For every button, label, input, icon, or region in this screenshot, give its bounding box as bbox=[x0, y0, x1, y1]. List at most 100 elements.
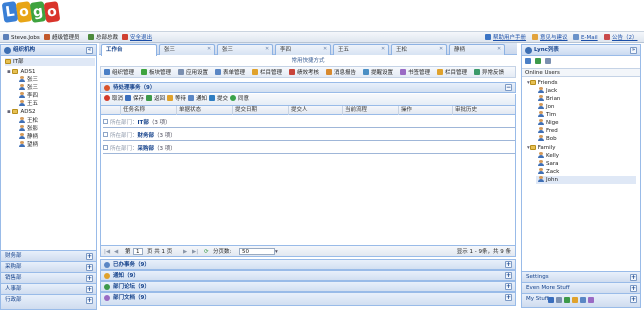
close-icon[interactable]: ✕ bbox=[207, 47, 212, 52]
column-header[interactable]: 审批历史 bbox=[453, 106, 515, 115]
accordion-hr[interactable]: 人事部 + bbox=[1, 283, 96, 294]
section-forum[interactable]: 部门论坛（9） + bbox=[100, 281, 516, 292]
expand-plus-icon[interactable]: + bbox=[86, 297, 93, 304]
cancel-button[interactable]: 取消 bbox=[104, 95, 123, 104]
expand-plus-icon[interactable]: + bbox=[505, 283, 512, 290]
section-done[interactable]: 已办事务（9） + bbox=[100, 259, 516, 270]
expand-plus-icon[interactable]: + bbox=[86, 253, 93, 260]
tree-node-ads1[interactable]: ▪ ADS1 bbox=[7, 68, 35, 76]
group-row[interactable]: 所在部门：财务部（3 项） bbox=[103, 131, 515, 141]
approve-button[interactable]: 同意 bbox=[230, 95, 249, 104]
logout-item[interactable]: 安全退出 bbox=[122, 34, 152, 42]
contact-item-selected[interactable]: John bbox=[536, 176, 636, 184]
next-page-icon[interactable]: ▶ bbox=[183, 248, 187, 256]
accordion-settings[interactable]: Settings + bbox=[522, 271, 640, 282]
group-friends[interactable]: ▾ Friends bbox=[527, 79, 558, 87]
tree-person[interactable]: 王松 bbox=[19, 117, 38, 125]
expand-plus-icon[interactable]: + bbox=[505, 261, 512, 268]
tab-workbench[interactable]: 工作台 bbox=[101, 44, 157, 56]
close-icon[interactable]: ✕ bbox=[497, 47, 502, 52]
refresh-icon[interactable] bbox=[580, 297, 586, 303]
tab-wangwu[interactable]: 王五 ✕ bbox=[333, 44, 389, 55]
contact-item[interactable]: Brian bbox=[538, 95, 560, 103]
group-row[interactable]: 所在部门：IT部（3 项） bbox=[103, 118, 515, 128]
star-icon[interactable] bbox=[572, 297, 578, 303]
notify-button[interactable]: 通知 bbox=[188, 95, 207, 104]
column-header[interactable]: 单据状态 bbox=[177, 106, 233, 115]
section-notice[interactable]: 通知（9） + bbox=[100, 270, 516, 281]
save-button[interactable]: 保存 bbox=[125, 95, 144, 104]
expand-plus-icon[interactable]: + bbox=[630, 285, 637, 292]
screen-icon[interactable] bbox=[556, 297, 562, 303]
tree-person[interactable]: 静柄 bbox=[19, 133, 38, 141]
refresh-icon[interactable]: ⟳ bbox=[204, 248, 209, 256]
quick-btn-column[interactable]: 栏目管理 bbox=[252, 69, 282, 77]
feedback-item[interactable]: 意见与建议 bbox=[532, 34, 568, 42]
tab-jingbing[interactable]: 静柄 ✕ bbox=[449, 44, 505, 55]
tab-wangsong[interactable]: 王松 ✕ bbox=[391, 44, 447, 55]
tree-root-it[interactable]: IT部 bbox=[5, 58, 95, 66]
accordion-more-stuff[interactable]: Even More Stuff + bbox=[522, 282, 640, 293]
info-icon[interactable] bbox=[588, 297, 594, 303]
settings-icon[interactable] bbox=[544, 58, 551, 64]
expand-plus-icon[interactable]: + bbox=[630, 274, 637, 281]
tree-person[interactable]: 张影 bbox=[19, 125, 38, 133]
add-icon[interactable] bbox=[564, 297, 570, 303]
expand-plus-icon[interactable]: + bbox=[505, 272, 512, 279]
column-header[interactable]: 提交日期 bbox=[233, 106, 289, 115]
notice-item[interactable]: 公告（2） bbox=[604, 34, 638, 42]
quick-btn-org[interactable]: 组织管理 bbox=[104, 69, 134, 77]
tree-person[interactable]: 张三 bbox=[19, 76, 38, 84]
contact-item[interactable]: Tim bbox=[538, 111, 556, 119]
quick-btn-board[interactable]: 板块管理 bbox=[141, 69, 171, 77]
first-page-icon[interactable]: |◀ bbox=[104, 248, 110, 256]
contact-item[interactable]: Jon bbox=[538, 103, 554, 111]
prev-page-icon[interactable]: ◀ bbox=[114, 248, 118, 256]
column-header[interactable]: 提交人 bbox=[289, 106, 343, 115]
help-icon[interactable] bbox=[548, 297, 554, 303]
add-contact-icon[interactable] bbox=[534, 58, 541, 64]
tree-person[interactable]: 李四 bbox=[19, 92, 38, 100]
contact-item[interactable]: Kelly bbox=[538, 152, 559, 160]
contact-item[interactable]: Sara bbox=[538, 160, 559, 168]
page-size-select[interactable]: 50 ▾ bbox=[239, 248, 278, 256]
expand-plus-icon[interactable]: + bbox=[630, 296, 637, 303]
role-item[interactable]: 超级管理员 bbox=[44, 34, 80, 42]
close-icon[interactable]: ✕ bbox=[439, 47, 444, 52]
accordion-my-stuff[interactable]: My Stuff + bbox=[522, 293, 640, 307]
tab-zhangsan-2[interactable]: 张三 ✕ bbox=[217, 44, 273, 55]
quick-btn-app[interactable]: 应用设置 bbox=[178, 69, 208, 77]
tab-zhangsan[interactable]: 张三 ✕ bbox=[159, 44, 215, 55]
wait-button[interactable]: 等待 bbox=[167, 95, 186, 104]
tree-person[interactable]: 张三 bbox=[19, 84, 38, 92]
contact-item[interactable]: Zack bbox=[538, 168, 559, 176]
collapse-icon[interactable]: − bbox=[505, 84, 512, 91]
help-item[interactable]: 帮助用户手册 bbox=[485, 34, 526, 42]
close-icon[interactable]: ✕ bbox=[265, 47, 270, 52]
back-button[interactable]: 返回 bbox=[146, 95, 165, 104]
close-icon[interactable]: ✕ bbox=[323, 47, 328, 52]
overview-item[interactable]: 总部总裁 bbox=[88, 34, 118, 42]
quick-btn-form[interactable]: 表单管理 bbox=[215, 69, 245, 77]
section-docs[interactable]: 部门文档（9） + bbox=[100, 292, 516, 306]
contact-item[interactable]: Nige bbox=[538, 119, 559, 127]
collapse-right-icon[interactable]: » bbox=[630, 47, 637, 54]
edit-icon[interactable] bbox=[525, 58, 531, 64]
last-page-icon[interactable]: ▶| bbox=[192, 248, 198, 256]
quick-btn-column-2[interactable]: 栏目管理 bbox=[437, 69, 467, 77]
tree-person[interactable]: 王五 bbox=[19, 100, 38, 108]
contact-item[interactable]: Jack bbox=[538, 87, 557, 95]
accordion-sales[interactable]: 销售部 + bbox=[1, 272, 96, 283]
quick-btn-message[interactable]: 消息报告 bbox=[326, 69, 356, 77]
close-icon[interactable]: ✕ bbox=[381, 47, 386, 52]
submit-button[interactable]: 提交 bbox=[209, 95, 228, 104]
collapse-left-icon[interactable]: « bbox=[86, 47, 93, 54]
expand-plus-icon[interactable]: + bbox=[505, 294, 512, 301]
quick-btn-exception[interactable]: 异常反馈 bbox=[474, 69, 504, 77]
page-input[interactable]: 1 bbox=[133, 248, 143, 256]
column-header[interactable]: 操作 bbox=[399, 106, 453, 115]
expand-plus-icon[interactable]: + bbox=[86, 264, 93, 271]
tree-person[interactable]: 望柄 bbox=[19, 141, 38, 149]
column-header[interactable]: 当前流程 bbox=[343, 106, 399, 115]
group-row[interactable]: 所在部门：采购部（3 项） bbox=[103, 144, 515, 154]
